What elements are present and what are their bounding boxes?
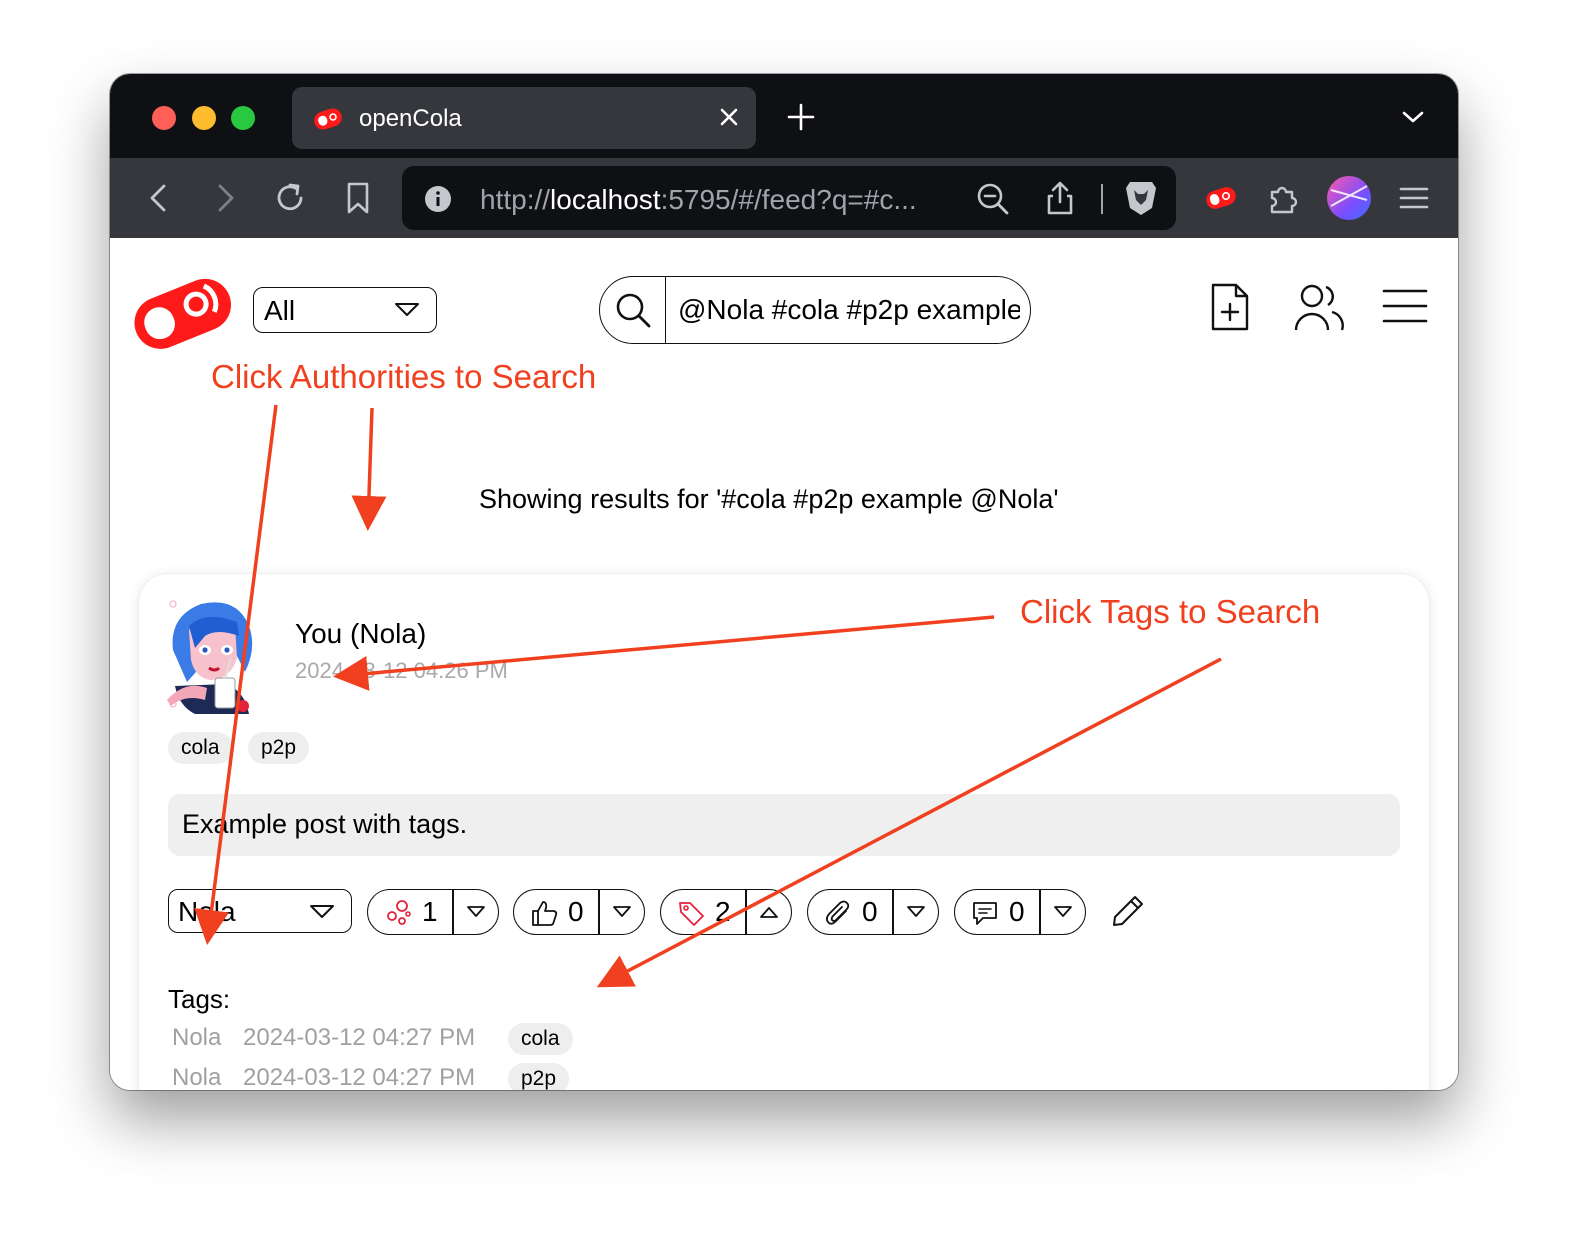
author-avatar[interactable] (165, 596, 267, 714)
tag-chip-cola[interactable]: cola (168, 732, 233, 764)
likes-count: 1 (422, 896, 438, 927)
url-host: localhost (550, 184, 661, 215)
browser-window: openCola http://localhost:5795/#/feed?q=… (110, 74, 1458, 1090)
likes-button[interactable]: 1 (367, 889, 499, 935)
tag-row-date: 2024-03-12 04:27 PM (243, 1024, 476, 1051)
search-box (599, 276, 1031, 344)
search-input[interactable] (668, 277, 1020, 343)
thumbs-up-button[interactable]: 0 (513, 889, 645, 935)
pill-divider (892, 890, 894, 934)
filter-value: All (264, 295, 296, 326)
caret-up-icon[interactable] (759, 905, 779, 924)
comment-icon (971, 899, 999, 932)
opencola-favicon-icon (312, 107, 344, 136)
caret-down-icon[interactable] (466, 905, 486, 924)
back-icon[interactable] (142, 180, 178, 216)
zoom-out-icon[interactable] (976, 182, 1010, 221)
url-scheme: http:// (480, 184, 551, 215)
share-icon[interactable] (1045, 180, 1075, 221)
tags-count: 2 (715, 896, 731, 927)
tags-section-label: Tags: (168, 984, 231, 1014)
new-post-icon[interactable] (1210, 282, 1250, 337)
opencola-logo-icon[interactable] (128, 266, 236, 363)
post-author[interactable]: You (Nola) (295, 618, 426, 650)
close-tab-icon[interactable] (716, 104, 742, 130)
profile-avatar-icon[interactable] (1327, 176, 1371, 220)
brave-shield-icon[interactable] (1124, 178, 1158, 223)
minimize-window-button[interactable] (192, 106, 216, 130)
search-icon (616, 293, 651, 328)
persona-select[interactable]: Nola (168, 889, 352, 933)
filter-select[interactable]: All (253, 287, 437, 333)
bubbles-icon (384, 899, 412, 932)
app-menu-icon[interactable] (1382, 288, 1428, 329)
persona-value: Nola (178, 896, 236, 927)
opencola-extension-icon[interactable] (1203, 180, 1239, 216)
pill-divider (452, 890, 454, 934)
thumbs-up-icon (530, 899, 558, 932)
caret-down-icon[interactable] (612, 905, 632, 924)
tag-row-author[interactable]: Nola (172, 1024, 221, 1052)
tag-chip-p2p[interactable]: p2p (248, 732, 310, 764)
browser-menu-icon[interactable] (1396, 180, 1432, 216)
pill-divider (745, 890, 747, 934)
annotation-authorities: Click Authorities to Search (211, 358, 597, 395)
pill-divider (598, 890, 600, 934)
post-body-text: Example post with tags. (182, 809, 468, 839)
attachments-count: 0 (862, 896, 878, 927)
caret-down-icon (394, 302, 420, 323)
edit-pencil-icon[interactable] (1111, 894, 1145, 933)
browser-tab[interactable]: openCola (292, 87, 756, 149)
caret-down-icon (309, 904, 335, 925)
post-date: 2024-03-12 04:26 PM (295, 658, 508, 683)
comments-count: 0 (1009, 896, 1025, 927)
reload-icon[interactable] (272, 180, 308, 216)
tab-title: openCola (359, 105, 462, 132)
tag-row-chip[interactable]: p2p (508, 1063, 570, 1090)
bookmark-icon[interactable] (340, 180, 376, 216)
search-button[interactable] (600, 277, 666, 343)
results-summary: Showing results for '#cola #p2p example … (479, 484, 1059, 514)
extensions-puzzle-icon[interactable] (1266, 180, 1302, 216)
chevron-down-icon[interactable] (1400, 108, 1426, 131)
url-text[interactable]: http://localhost:5795/#/feed?q=#c... (480, 184, 950, 216)
caret-down-icon[interactable] (906, 905, 926, 924)
zoom-window-button[interactable] (231, 106, 255, 130)
tag-icon (677, 899, 705, 932)
tag-row-date: 2024-03-12 04:27 PM (243, 1064, 476, 1090)
pill-divider (1039, 890, 1041, 934)
thumbs-count: 0 (568, 896, 584, 927)
tag-row-author[interactable]: Nola (172, 1064, 221, 1090)
url-separator (1101, 184, 1103, 214)
comments-button[interactable]: 0 (954, 889, 1086, 935)
post-body: Example post with tags. (168, 794, 1400, 856)
post-card: You (Nola) 2024-03-12 04:26 PM cola p2p … (139, 574, 1429, 1090)
site-info-icon[interactable] (424, 185, 452, 218)
peers-icon[interactable] (1294, 282, 1344, 337)
annotation-tags: Click Tags to Search (1020, 593, 1321, 630)
new-tab-icon[interactable] (786, 102, 816, 137)
tab-bar: openCola (110, 74, 1458, 158)
address-bar[interactable]: http://localhost:5795/#/feed?q=#c... (402, 166, 1176, 230)
attachments-button[interactable]: 0 (807, 889, 939, 935)
tag-row-chip[interactable]: cola (508, 1023, 573, 1055)
browser-toolbar: http://localhost:5795/#/feed?q=#c... (110, 158, 1458, 238)
forward-icon[interactable] (206, 180, 242, 216)
url-path: :5795/#/feed?q=#c... (660, 184, 917, 215)
tags-button[interactable]: 2 (660, 889, 792, 935)
close-window-button[interactable] (152, 106, 176, 130)
paperclip-icon (824, 899, 852, 932)
caret-down-icon[interactable] (1053, 905, 1073, 924)
